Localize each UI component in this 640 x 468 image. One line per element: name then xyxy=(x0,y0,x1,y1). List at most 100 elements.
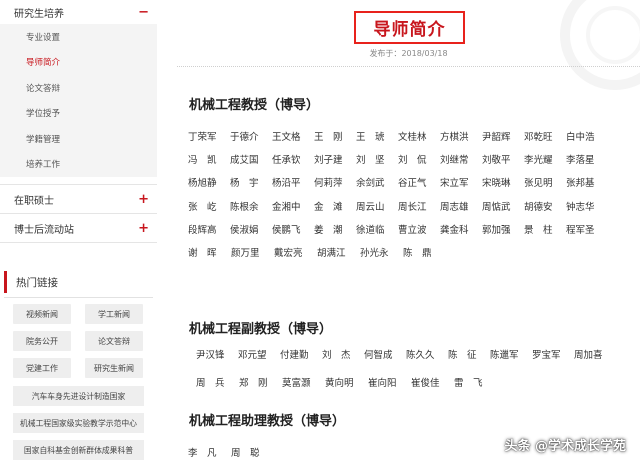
advisor-name-link[interactable]: 张见明 xyxy=(524,175,566,189)
associate-professor-name-list: 尹汉锋 邓元望 付建勤刘 杰何智成 陈久久陈 征陈邋军 罗宝军 周加喜周 兵郑 刚莫富灏黄… xyxy=(196,340,616,396)
advisor-name-link[interactable]: 景 柱 xyxy=(524,222,566,236)
advisor-name-link[interactable]: 金 滩 xyxy=(314,199,356,213)
expand-icon[interactable]: + xyxy=(138,222,149,235)
advisor-name-link[interactable]: 胡德安 xyxy=(524,199,566,213)
advisor-name-link[interactable]: 杨沿平 xyxy=(272,175,314,189)
advisor-name-link[interactable]: 黄向明 xyxy=(325,375,368,389)
advisor-name-link[interactable]: 段辉高 xyxy=(188,222,230,236)
advisor-name-link[interactable]: 文桂林 xyxy=(398,129,440,143)
advisor-name-link[interactable]: 周 兵 xyxy=(196,375,239,389)
advisor-name-link[interactable]: 莫富灏 xyxy=(282,375,325,389)
advisor-name-link[interactable]: 李落星 xyxy=(566,152,608,166)
advisor-name-link[interactable]: 侯鹏飞 xyxy=(272,222,314,236)
advisor-name-link[interactable]: 郑 刚 xyxy=(239,375,282,389)
advisor-name-link[interactable]: 白中浩 xyxy=(566,129,608,143)
advisor-name-link[interactable]: 陈 征 xyxy=(448,347,490,361)
expand-icon[interactable]: + xyxy=(138,193,149,206)
advisor-name-link[interactable]: 王文格 xyxy=(272,129,314,143)
hot-link-teaching-center[interactable]: 机械工程国家级实验教学示范中心 xyxy=(13,413,144,433)
advisor-name-link[interactable]: 陈根余 xyxy=(230,199,272,213)
advisor-name-link[interactable]: 胡满江 xyxy=(317,245,360,259)
advisor-name-link[interactable]: 金湘中 xyxy=(272,199,314,213)
advisor-name-link[interactable]: 尹汉锋 xyxy=(196,347,238,361)
advisor-name-link[interactable]: 孙光永 xyxy=(360,245,403,259)
advisor-name-link[interactable]: 刘子建 xyxy=(314,152,356,166)
advisor-name-link[interactable]: 张邦基 xyxy=(566,175,608,189)
advisor-name-link[interactable]: 龚金科 xyxy=(440,222,482,236)
advisor-name-link[interactable]: 宋立军 xyxy=(440,175,482,189)
advisor-name-link[interactable]: 徐道临 xyxy=(356,222,398,236)
hot-link-auto-body-lab[interactable]: 汽车车身先进设计制造国家 xyxy=(13,386,144,406)
advisor-name-link[interactable]: 陈 鼎 xyxy=(403,245,446,259)
advisor-name-link[interactable]: 邓元望 xyxy=(238,347,280,361)
advisor-name-link[interactable]: 王 刚 xyxy=(314,129,356,143)
advisor-name-link[interactable]: 罗宝军 xyxy=(532,347,574,361)
hot-link-student-news[interactable]: 学工新闻 xyxy=(85,304,143,324)
advisor-name-link[interactable]: 谢 晖 xyxy=(188,245,231,259)
divider xyxy=(177,66,640,67)
collapse-icon[interactable]: − xyxy=(138,6,149,19)
advisor-name-link[interactable]: 任承钦 xyxy=(272,152,314,166)
advisor-name-link[interactable]: 尹韶辉 xyxy=(482,129,524,143)
hot-link-defense[interactable]: 论文答辩 xyxy=(85,331,143,351)
advisor-name-link[interactable]: 王 琥 xyxy=(356,129,398,143)
advisor-name-link[interactable]: 冯 凯 xyxy=(188,152,230,166)
sidebar-item-training-work[interactable]: 培养工作 xyxy=(0,152,157,178)
advisor-name-link[interactable]: 杨旭静 xyxy=(188,175,230,189)
advisor-name-link[interactable]: 刘 坚 xyxy=(356,152,398,166)
advisor-name-link[interactable]: 张 屹 xyxy=(188,199,230,213)
advisor-name-link[interactable]: 余剑武 xyxy=(356,175,398,189)
advisor-name-link[interactable]: 崔向阳 xyxy=(368,375,411,389)
advisor-name-link[interactable]: 雷 飞 xyxy=(454,375,497,389)
advisor-name-link[interactable]: 钟志华 xyxy=(566,199,608,213)
advisor-name-link[interactable]: 刘继常 xyxy=(440,152,482,166)
advisor-name-link[interactable]: 宋晓琳 xyxy=(482,175,524,189)
advisor-name-link[interactable]: 侯淑娟 xyxy=(230,222,272,236)
advisor-name-link[interactable]: 郭加强 xyxy=(482,222,524,236)
advisor-name-link[interactable]: 付建勤 xyxy=(280,347,322,361)
advisor-name-link[interactable]: 崔俊佳 xyxy=(411,375,454,389)
advisor-name-link[interactable]: 于德介 xyxy=(230,129,272,143)
hot-link-party[interactable]: 党建工作 xyxy=(13,358,71,378)
advisor-name-link[interactable]: 周云山 xyxy=(356,199,398,213)
advisor-name-link[interactable]: 杨 宇 xyxy=(230,175,272,189)
advisor-name-link[interactable]: 程军圣 xyxy=(566,222,608,236)
publish-date: 发布于：2018/03/18 xyxy=(177,48,640,59)
advisor-name-link[interactable]: 周加喜 xyxy=(574,347,616,361)
advisor-name-link[interactable]: 刘 侃 xyxy=(398,152,440,166)
sidebar-item-defense[interactable]: 论文答辩 xyxy=(0,75,157,101)
advisor-name-link[interactable]: 丁荣军 xyxy=(188,129,230,143)
sidebar-item-registry[interactable]: 学籍管理 xyxy=(0,126,157,152)
advisor-name-link[interactable]: 周志雄 xyxy=(440,199,482,213)
section-heading-associate-professors: 机械工程副教授（博导） xyxy=(189,322,333,337)
sidebar-item-major[interactable]: 专业设置 xyxy=(0,24,157,50)
advisor-name-link[interactable]: 邓乾旺 xyxy=(524,129,566,143)
advisor-name-link[interactable]: 方棋洪 xyxy=(440,129,482,143)
hot-link-nsfc-group[interactable]: 国家自科基金创新群体成果科普 xyxy=(13,440,144,460)
advisor-name-link[interactable]: 李光耀 xyxy=(524,152,566,166)
advisor-name-link[interactable]: 谷正气 xyxy=(398,175,440,189)
sidebar-section-graduate-training[interactable]: 研究生培养 − xyxy=(0,0,157,24)
advisor-name-link[interactable]: 曹立波 xyxy=(398,222,440,236)
advisor-name-link[interactable]: 刘 杰 xyxy=(322,347,364,361)
hot-link-grad-news[interactable]: 研究生新闻 xyxy=(85,358,143,378)
advisor-name-link[interactable]: 陈邋军 xyxy=(490,347,532,361)
advisor-name-link[interactable]: 周 聪 xyxy=(231,445,274,459)
advisor-name-link[interactable]: 何莉萍 xyxy=(314,175,356,189)
advisor-name-link[interactable]: 颜万里 xyxy=(231,245,274,259)
sidebar-section-postdoc[interactable]: 博士后流动站 + xyxy=(0,214,157,243)
hot-link-video-news[interactable]: 视频新闻 xyxy=(13,304,71,324)
advisor-name-link[interactable]: 姜 潮 xyxy=(314,222,356,236)
advisor-name-link[interactable]: 李 凡 xyxy=(188,445,231,459)
sidebar-item-advisors[interactable]: 导师简介 xyxy=(0,50,157,76)
advisor-name-link[interactable]: 刘敬平 xyxy=(482,152,524,166)
hot-link-affairs[interactable]: 院务公开 xyxy=(13,331,71,351)
advisor-name-link[interactable]: 戴宏亮 xyxy=(274,245,317,259)
advisor-name-link[interactable]: 成艾国 xyxy=(230,152,272,166)
sidebar-section-part-time-master[interactable]: 在职硕士 + xyxy=(0,185,157,214)
advisor-name-link[interactable]: 周惦武 xyxy=(482,199,524,213)
advisor-name-link[interactable]: 何智成 xyxy=(364,347,406,361)
advisor-name-link[interactable]: 周长江 xyxy=(398,199,440,213)
sidebar-item-degree[interactable]: 学位授予 xyxy=(0,101,157,127)
advisor-name-link[interactable]: 陈久久 xyxy=(406,347,448,361)
